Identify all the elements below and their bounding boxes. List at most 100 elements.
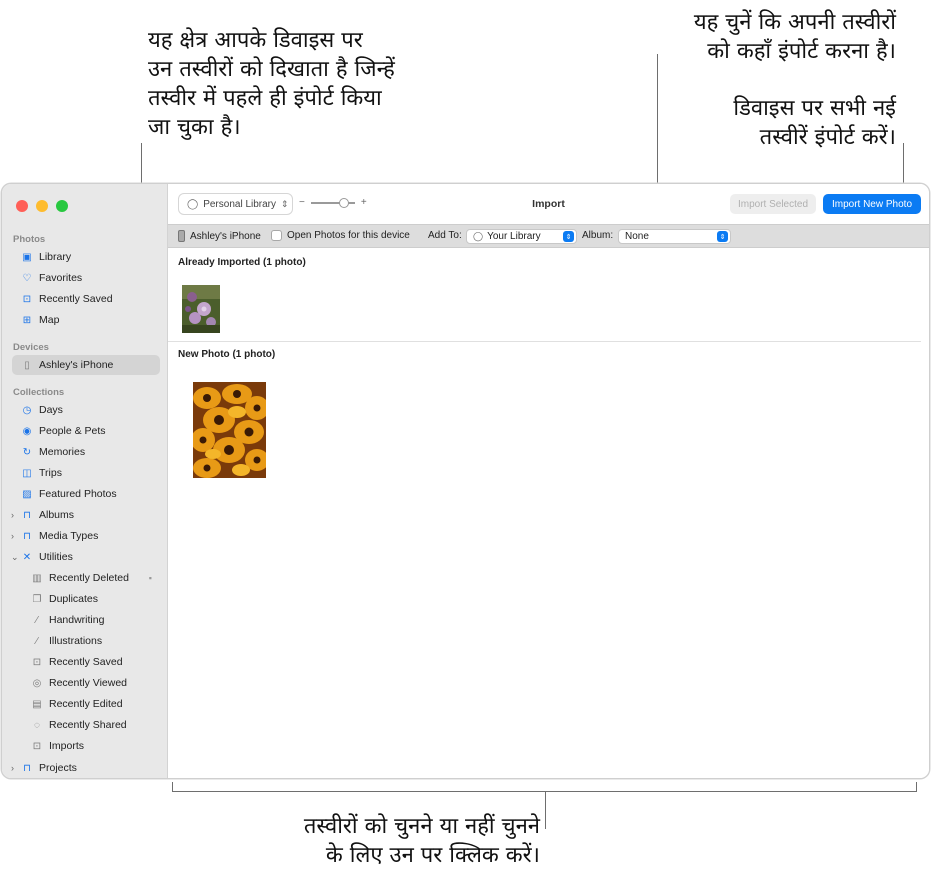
device-label: Ashley's iPhone [178, 230, 261, 242]
import-content: Already Imported (1 photo) New Photo (1 … [168, 248, 929, 778]
callout-select-photos: तस्वीरों को चुनने या नहीं चुनने के लिए उ… [304, 812, 540, 870]
minimize-window-button[interactable] [36, 200, 48, 212]
sidebar-item-illustrations[interactable]: ∕ Illustrations [22, 631, 160, 651]
person-icon: ◉ [22, 425, 32, 437]
sidebar-item-trips[interactable]: ◫ Trips [12, 463, 160, 483]
eye-icon: ◎ [32, 677, 42, 689]
album-popup[interactable]: None ⇕ [618, 229, 731, 244]
sidebar-item-recently-shared[interactable]: ◌ Recently Shared [22, 715, 160, 735]
pen-icon: ⁄ [36, 614, 38, 626]
sidebar-item-imports[interactable]: ⊡ Imports [22, 736, 160, 756]
sidebar-item-recently-edited[interactable]: ▤ Recently Edited [22, 694, 160, 714]
sidebar-item-label: Projects [39, 762, 77, 774]
import-toolbar: Ashley's iPhone Open Photos for this dev… [168, 224, 929, 248]
section-divider [168, 341, 921, 342]
callout-line: तस्वीरों को चुनने या नहीं चुनने [303, 814, 540, 839]
close-window-button[interactable] [16, 200, 28, 212]
callout-line: के लिए उन पर क्लिक करें। [325, 843, 540, 868]
sidebar-item-label: Duplicates [49, 593, 99, 605]
tray-icon: ⊡ [22, 293, 32, 305]
trash-icon: ▥ [32, 572, 42, 584]
callout-import-all: डिवाइस पर सभी नई तस्वीरें इंपोर्ट करें। [733, 94, 896, 152]
import-new-photo-button[interactable]: Import New Photo [823, 194, 921, 214]
sidebar-item-library[interactable]: ▣ Library [12, 247, 160, 267]
section-header-collections: Collections [13, 387, 65, 398]
brush-icon: ∕ [36, 635, 38, 647]
leader-line [916, 782, 917, 792]
add-to-value: Your Library [487, 231, 541, 242]
section-header-photos: Photos [13, 234, 46, 245]
sidebar-item-label: Imports [49, 740, 85, 752]
sidebar-item-projects[interactable]: ⊓ Projects [12, 758, 160, 778]
tools-icon: ✕ [22, 551, 32, 563]
sidebar-item-label: Albums [39, 509, 75, 521]
section-header-devices: Devices [13, 342, 49, 353]
callout-line: तस्वीर में पहले ही इंपोर्ट किया [148, 86, 382, 111]
sidebar-item-recently-saved-util[interactable]: ⊡ Recently Saved [22, 652, 160, 672]
device-name: Ashley's iPhone [190, 230, 261, 242]
sidebar-item-favorites[interactable]: ♡ Favorites [12, 268, 160, 288]
sidebar-item-label: Recently Saved [49, 656, 123, 668]
sidebar-item-label: Featured Photos [39, 488, 117, 500]
album-value: None [625, 231, 649, 242]
sidebar-item-people-pets[interactable]: ◉ People & Pets [12, 421, 160, 441]
iphone-icon [178, 230, 185, 242]
sidebar-item-media-types[interactable]: ⊓ Media Types [12, 526, 160, 546]
sidebar-item-label: Library [39, 251, 72, 263]
open-photos-checkbox[interactable] [271, 230, 282, 241]
person-icon: ◯ [473, 231, 484, 241]
callout-line: उन तस्वीरों को दिखाता है जिन्हें [148, 57, 395, 82]
sidebar: Photos ▣ Library ♡ Favorites ⊡ Recently Sav… [2, 184, 168, 778]
sidebar-item-utilities[interactable]: ✕ Utilities [12, 547, 160, 567]
tray-icon: ⊡ [32, 656, 42, 668]
callout-line: डिवाइस पर सभी नई [733, 96, 896, 121]
suitcase-icon: ◫ [22, 467, 32, 479]
sidebar-item-albums[interactable]: ⊓ Albums [12, 505, 160, 525]
open-photos-option[interactable]: Open Photos for this device [271, 230, 410, 241]
sidebar-item-label: Recently Shared [49, 719, 127, 731]
callout-line: यह चुनें कि अपनी तस्वीरों [693, 10, 896, 35]
sidebar-item-label: Trips [39, 467, 62, 479]
sidebar-item-label: Recently Saved [39, 293, 113, 305]
lock-icon: ▪ [148, 573, 152, 583]
library-icon: ▣ [22, 251, 32, 263]
sidebar-item-recently-deleted[interactable]: ▥ Recently Deleted ▪ [22, 568, 160, 588]
clock-icon: ◷ [22, 404, 32, 416]
sidebar-item-label: Illustrations [49, 635, 103, 647]
add-to-label: Add To: [428, 230, 462, 241]
callout-line: जा चुका है। [148, 115, 241, 140]
new-photo-thumbnail[interactable] [193, 382, 266, 478]
zoom-window-button[interactable] [56, 200, 68, 212]
sidebar-item-memories[interactable]: ↻ Memories [12, 442, 160, 462]
sidebar-item-label: Ashley's iPhone [39, 359, 114, 371]
sidebar-item-device[interactable]: ▯ Ashley's iPhone [12, 355, 160, 375]
share-icon: ◌ [34, 719, 40, 731]
sunflower-photo [193, 382, 266, 478]
titlebar: ◯ Personal Library ⇕ − + Import Import S… [168, 184, 929, 224]
photos-window: Photos ▣ Library ♡ Favorites ⊡ Recently Sav… [1, 183, 930, 779]
map-icon: ⊞ [22, 314, 32, 326]
already-imported-heading: Already Imported (1 photo) [178, 257, 306, 268]
duplicate-icon: ❐ [32, 593, 42, 605]
sidebar-item-label: Days [39, 404, 63, 416]
imported-photo-thumbnail[interactable] [182, 285, 220, 333]
sidebar-item-label: Favorites [39, 272, 83, 284]
import-selected-button[interactable]: Import Selected [730, 194, 816, 214]
sidebar-item-handwriting[interactable]: ⁄ Handwriting [22, 610, 160, 630]
callout-already-imported: यह क्षेत्र आपके डिवाइस पर उन तस्वीरों को… [148, 26, 395, 142]
sidebar-item-days[interactable]: ◷ Days [12, 400, 160, 420]
sidebar-item-label: Recently Deleted [49, 572, 129, 584]
sidebar-item-map[interactable]: ⊞ Map [12, 310, 160, 330]
sidebar-item-recently-viewed[interactable]: ◎ Recently Viewed [22, 673, 160, 693]
sidebar-item-label: Map [39, 314, 60, 326]
folder-icon: ⊓ [23, 509, 31, 521]
sidebar-item-recently-saved[interactable]: ⊡ Recently Saved [12, 289, 160, 309]
callout-import-destination: यह चुनें कि अपनी तस्वीरों को कहाँ इंपोर्… [694, 8, 896, 66]
sidebar-item-label: Utilities [39, 551, 73, 563]
folder-icon: ⊓ [23, 530, 31, 542]
window-controls [16, 200, 68, 212]
sidebar-item-featured-photos[interactable]: ▨ Featured Photos [12, 484, 160, 504]
add-to-popup[interactable]: ◯ Your Library ⇕ [466, 229, 577, 244]
sidebar-item-duplicates[interactable]: ❐ Duplicates [22, 589, 160, 609]
import-icon: ⊡ [32, 740, 42, 752]
